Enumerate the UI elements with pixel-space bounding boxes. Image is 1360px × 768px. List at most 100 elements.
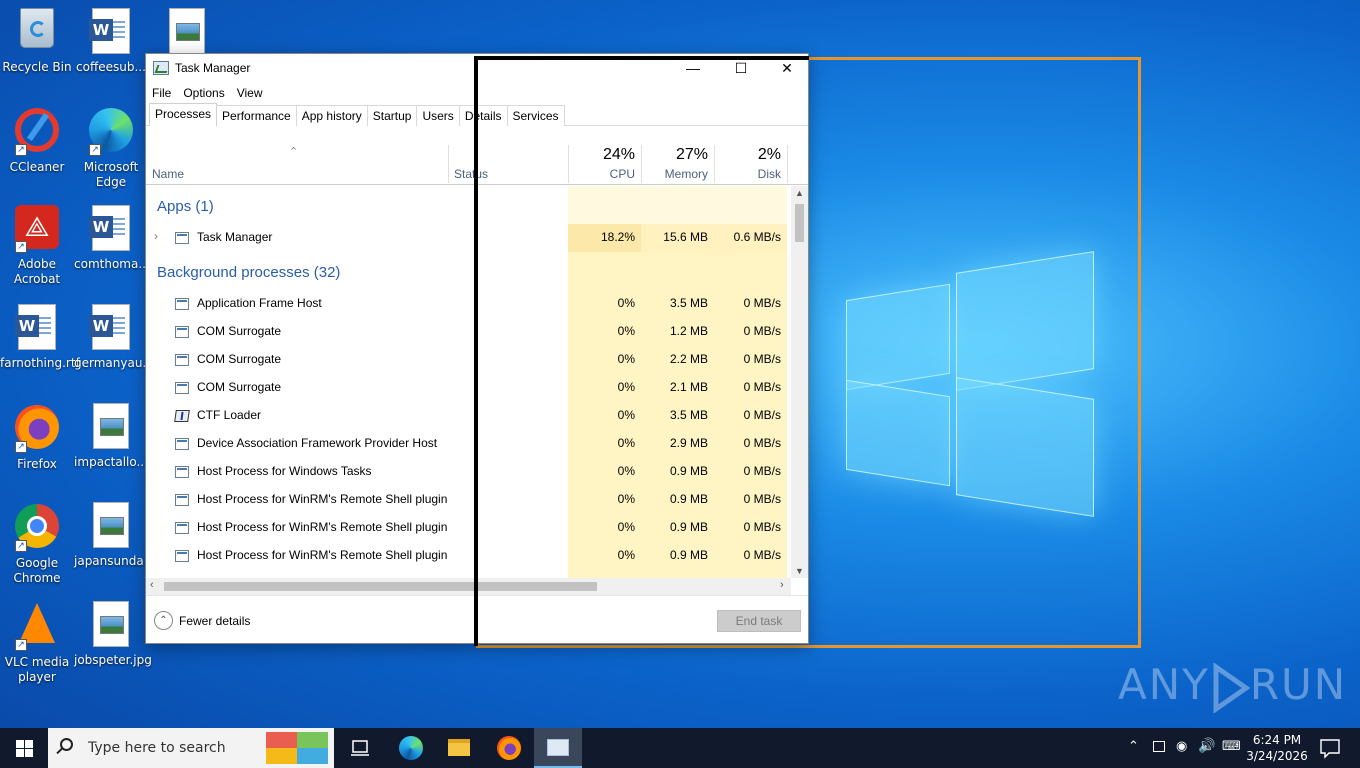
scroll-down-icon[interactable]: ▼: [791, 566, 808, 576]
desktop-icon-firefox[interactable]: ↗ Firefox: [0, 403, 74, 472]
chrome-icon: ↗: [13, 504, 61, 552]
desktop-icon-microsoft-edge[interactable]: ↗ Microsoft Edge: [74, 106, 148, 190]
image-file-icon: [87, 601, 135, 649]
horizontal-scroll-thumb[interactable]: [164, 582, 597, 591]
process-row[interactable]: COM Surrogate 0% 2.1 MB 0 MB/s: [146, 374, 791, 402]
process-cpu-value: 0%: [617, 548, 635, 562]
process-name: COM Surrogate: [197, 352, 282, 366]
desktop-icon-ccleaner[interactable]: ↗ CCleaner: [0, 106, 74, 175]
menu-file[interactable]: File: [152, 82, 177, 104]
vertical-scrollbar[interactable]: ▲ ▼: [791, 186, 808, 578]
process-row[interactable]: Host Process for WinRM's Remote Shell pl…: [146, 514, 791, 542]
desktop-icon-label: impactallo...: [74, 455, 148, 469]
network-icon[interactable]: [1153, 741, 1165, 752]
column-name[interactable]: Name: [146, 143, 448, 185]
close-button[interactable]: ✕: [764, 54, 810, 82]
desktop-icon-google-chrome[interactable]: ↗ Google Chrome: [0, 502, 74, 586]
volume-icon[interactable]: 🔊: [1198, 738, 1215, 754]
process-name: Host Process for WinRM's Remote Shell pl…: [197, 520, 448, 534]
vertical-scroll-thumb[interactable]: [795, 204, 804, 242]
title-bar[interactable]: Task Manager — ☐ ✕: [146, 54, 808, 82]
fewer-details-link[interactable]: Fewer details: [179, 614, 250, 628]
horizontal-scrollbar[interactable]: ‹ ›: [146, 578, 791, 595]
process-row[interactable]: COM Surrogate 0% 2.2 MB 0 MB/s: [146, 346, 791, 374]
ctf-loader-icon: [174, 410, 190, 422]
process-cpu-value: 0%: [617, 464, 635, 478]
tab-details[interactable]: Details: [458, 105, 508, 126]
column-disk[interactable]: 2% Disk: [714, 143, 787, 185]
desktop-icon-coffeesub[interactable]: coffeesub...: [74, 8, 148, 75]
play-logo-icon: [1213, 662, 1250, 713]
process-disk-value: 0 MB/s: [743, 380, 781, 394]
desktop-icon-comthoma[interactable]: comthoma...: [74, 205, 150, 272]
edge-icon: [399, 736, 423, 760]
scroll-left-icon[interactable]: ‹: [150, 579, 154, 591]
taskbar-edge-button[interactable]: [387, 728, 435, 768]
desktop-icon-japansunda[interactable]: japansunda...: [74, 502, 155, 569]
notification-icon: [1320, 739, 1340, 759]
tab-services[interactable]: Services: [506, 105, 565, 126]
taskbar-file-explorer-button[interactable]: [435, 728, 483, 768]
tab-startup[interactable]: Startup: [366, 105, 418, 126]
notifications-button[interactable]: [1310, 728, 1350, 768]
taskbar-search-box[interactable]: Type here to search: [48, 728, 334, 768]
tab-performance[interactable]: Performance: [216, 105, 297, 126]
desktop-icon-label: Microsoft Edge: [83, 160, 139, 189]
chevron-right-icon[interactable]: ›: [154, 229, 158, 243]
scroll-right-icon[interactable]: ›: [780, 579, 784, 591]
process-window-icon: [175, 550, 189, 562]
menu-view[interactable]: View: [237, 82, 269, 104]
end-task-button[interactable]: End task: [717, 610, 801, 632]
process-memory-value: 0.9 MB: [669, 492, 708, 506]
maximize-button[interactable]: ☐: [718, 54, 764, 82]
desktop-icon-label: farnothing.rtf: [0, 356, 80, 370]
acrobat-icon: ⟁ ↗: [13, 205, 61, 253]
column-memory[interactable]: 27% Memory: [641, 143, 714, 185]
taskbar-firefox-button[interactable]: [485, 728, 533, 768]
menu-options[interactable]: Options: [183, 82, 230, 104]
vlc-icon: ↗: [13, 603, 61, 651]
start-button[interactable]: [0, 728, 48, 768]
desktop-icon-recycle-bin[interactable]: Recycle Bin: [0, 8, 74, 75]
taskbar-task-manager-button[interactable]: [534, 728, 582, 768]
desktop-icon-adobe-acrobat[interactable]: ⟁ ↗ Adobe Acrobat: [0, 205, 74, 287]
column-status[interactable]: Status: [448, 143, 568, 185]
chevron-up-icon[interactable]: ⌃: [1128, 739, 1139, 754]
webcam-icon[interactable]: ◉: [1176, 739, 1187, 754]
tab-processes[interactable]: Processes: [149, 103, 218, 126]
task-manager-icon: [153, 61, 169, 75]
column-cpu[interactable]: 24% CPU: [568, 143, 641, 185]
desktop-icon-jobspeter[interactable]: jobspeter.jpg: [74, 601, 152, 668]
process-window-icon: [175, 298, 189, 310]
tab-strip: Processes Performance App history Startu…: [146, 103, 808, 126]
desktop-icon-germanyau[interactable]: germanyau...: [74, 304, 154, 371]
process-row[interactable]: COM Surrogate 0% 1.2 MB 0 MB/s: [146, 318, 791, 346]
process-row-task-manager[interactable]: › Task Manager 18.2% 15.6 MB 0.6 MB/s: [146, 224, 791, 252]
desktop-icon-farnothing[interactable]: farnothing.rtf: [0, 304, 80, 371]
minimize-button[interactable]: —: [670, 54, 716, 82]
process-name: Host Process for WinRM's Remote Shell pl…: [197, 492, 448, 506]
process-disk-value: 0 MB/s: [743, 296, 781, 310]
process-row[interactable]: Application Frame Host 0% 3.5 MB 0 MB/s: [146, 290, 791, 318]
collapse-up-icon[interactable]: ⌃: [154, 611, 173, 630]
process-row[interactable]: Host Process for WinRM's Remote Shell pl…: [146, 542, 791, 570]
scroll-up-icon[interactable]: ▲: [791, 188, 808, 198]
tab-app-history[interactable]: App history: [295, 105, 368, 126]
process-cpu-value: 0%: [617, 408, 635, 422]
process-row[interactable]: Device Association Framework Provider Ho…: [146, 430, 791, 458]
process-window-icon: [175, 466, 189, 478]
process-row[interactable]: CTF Loader 0% 3.5 MB 0 MB/s: [146, 402, 791, 430]
clock[interactable]: 6:24 PM 3/24/2026: [1244, 732, 1310, 764]
apps-group-header: Apps (1): [157, 198, 214, 215]
window-title: Task Manager: [175, 61, 251, 75]
process-cpu-value: 0%: [617, 520, 635, 534]
search-highlight-icon: [266, 732, 328, 764]
task-view-button[interactable]: [336, 728, 384, 768]
desktop-icon-vlc[interactable]: ↗ VLC media player: [0, 601, 74, 685]
tab-users[interactable]: Users: [416, 105, 460, 126]
process-row[interactable]: Host Process for WinRM's Remote Shell pl…: [146, 486, 791, 514]
keyboard-icon[interactable]: ⌨: [1222, 739, 1241, 754]
desktop-icon-impactallo[interactable]: impactallo...: [74, 403, 148, 470]
column-separator[interactable]: [787, 145, 788, 183]
process-row[interactable]: Host Process for Windows Tasks 0% 0.9 MB 0 …: [146, 458, 791, 486]
